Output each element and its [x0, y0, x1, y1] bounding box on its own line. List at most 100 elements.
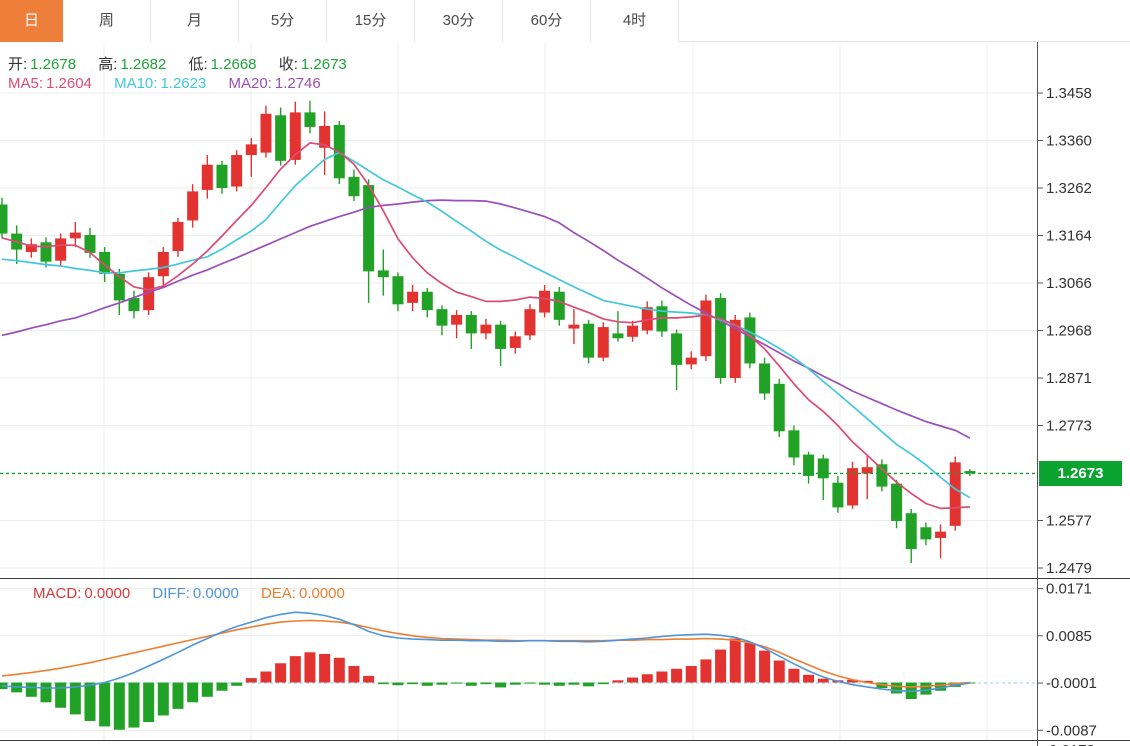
- candle-body: [510, 336, 521, 348]
- macd-bar: [40, 683, 51, 703]
- candle-body: [818, 458, 829, 478]
- candle-body: [935, 532, 946, 538]
- candle-body: [128, 298, 139, 311]
- macd-bar: [774, 661, 785, 683]
- candle-body: [99, 252, 110, 274]
- kline-chart-page: 日周月5分15分30分60分4时 1.34581.33601.32621.316…: [0, 0, 1130, 746]
- candle-body: [876, 464, 887, 486]
- candle-body: [554, 292, 565, 320]
- dea-value: 0.0000: [299, 585, 345, 602]
- macd-bar: [275, 663, 286, 682]
- candle-body: [744, 317, 755, 363]
- macd-bar: [407, 683, 418, 685]
- macd-bar: [128, 683, 139, 728]
- macd-bar: [642, 674, 653, 682]
- candle-body: [539, 291, 550, 313]
- macd-bar: [84, 683, 95, 721]
- candle-body: [304, 112, 315, 127]
- macd-tick-label: -0.0001: [1046, 675, 1097, 692]
- macd-bar: [334, 658, 345, 683]
- price-tick-label: 1.3458: [1046, 85, 1092, 102]
- macd-bar: [143, 683, 154, 723]
- price-tick-label: 1.3164: [1046, 228, 1092, 245]
- macd-bar: [510, 683, 521, 685]
- macd-bar: [671, 669, 682, 683]
- macd-bar: [26, 683, 37, 697]
- tab-日[interactable]: 日: [0, 0, 63, 42]
- ma5-value: 1.2604: [46, 75, 92, 92]
- price-tick-label: 1.2577: [1046, 513, 1092, 530]
- macd-bar: [260, 672, 271, 683]
- macd-bar: [158, 683, 169, 716]
- candle-body: [803, 455, 814, 476]
- price-tick-label: 1.2871: [1046, 370, 1092, 387]
- macd-bar: [202, 683, 213, 697]
- macd-bar: [730, 639, 741, 683]
- candle-body: [70, 233, 81, 239]
- candle-body: [392, 276, 403, 304]
- macd-bar: [436, 683, 447, 685]
- candle-body: [348, 177, 359, 196]
- macd-bar: [348, 666, 359, 682]
- candle-body: [172, 222, 183, 251]
- price-tick-label: 1.3262: [1046, 180, 1092, 197]
- macd-bar: [495, 683, 506, 688]
- candle-body: [158, 252, 169, 276]
- macd-bar: [231, 683, 242, 686]
- candle-body: [524, 309, 535, 335]
- macd-bar: [554, 683, 565, 686]
- macd-bar: [172, 683, 183, 709]
- ma10-label: MA10:: [114, 75, 157, 92]
- macd-bar: [524, 683, 535, 684]
- ohlc-legend: 开:1.2678 高:1.2682 低:1.2668 收:1.2673: [8, 53, 365, 74]
- chart-canvas[interactable]: 1.34581.33601.32621.31641.30661.29681.28…: [0, 0, 1130, 746]
- macd-bar: [363, 676, 374, 683]
- macd-bar: [216, 683, 227, 691]
- candle-body: [407, 292, 418, 303]
- macd-label: MACD:: [33, 585, 81, 602]
- low-value: 1.2668: [211, 56, 257, 73]
- ma20-field: MA20:1.2746: [229, 75, 321, 92]
- candle-body: [436, 309, 447, 325]
- tab-15分[interactable]: 15分: [327, 0, 415, 42]
- macd-bar: [480, 683, 491, 685]
- ma20-value: 1.2746: [275, 75, 321, 92]
- macd-bar: [539, 683, 550, 685]
- close-field: 收:1.2673: [279, 56, 347, 73]
- dea-field: DEA:0.0000: [261, 585, 345, 602]
- macd-bar: [466, 683, 477, 686]
- tab-5分[interactable]: 5分: [239, 0, 327, 42]
- macd-tick-label: -0.0087: [1046, 722, 1097, 739]
- candle-body: [40, 242, 51, 261]
- macd-bar: [290, 656, 301, 682]
- macd-bar: [744, 643, 755, 683]
- tab-60分[interactable]: 60分: [503, 0, 591, 42]
- macd-bar: [612, 680, 623, 682]
- macd-bar: [99, 683, 110, 727]
- macd-bar: [246, 678, 257, 682]
- tab-月[interactable]: 月: [151, 0, 239, 42]
- candle-body: [114, 274, 125, 301]
- price-tick-label: 1.2773: [1046, 418, 1092, 435]
- candle-body: [671, 333, 682, 365]
- candle-body: [231, 155, 242, 187]
- tab-周[interactable]: 周: [63, 0, 151, 42]
- diff-value: 0.0000: [193, 585, 239, 602]
- macd-bar: [378, 683, 389, 685]
- high-value: 1.2682: [120, 56, 166, 73]
- candle-body: [920, 527, 931, 539]
- candle-body: [686, 358, 697, 365]
- candle-body: [363, 185, 374, 271]
- candle-body: [950, 462, 961, 525]
- close-value: 1.2673: [301, 56, 347, 73]
- macd-bar: [818, 679, 829, 683]
- price-tick-label: 1.3360: [1046, 133, 1092, 150]
- price-tick-label: 1.3066: [1046, 275, 1092, 292]
- tab-4时[interactable]: 4时: [591, 0, 679, 42]
- candle-body: [612, 333, 623, 338]
- macd-tick-label: 0.0085: [1046, 628, 1092, 645]
- tab-30分[interactable]: 30分: [415, 0, 503, 42]
- candle-body: [495, 325, 506, 349]
- macd-value: 0.0000: [84, 585, 130, 602]
- candle-body: [598, 327, 609, 358]
